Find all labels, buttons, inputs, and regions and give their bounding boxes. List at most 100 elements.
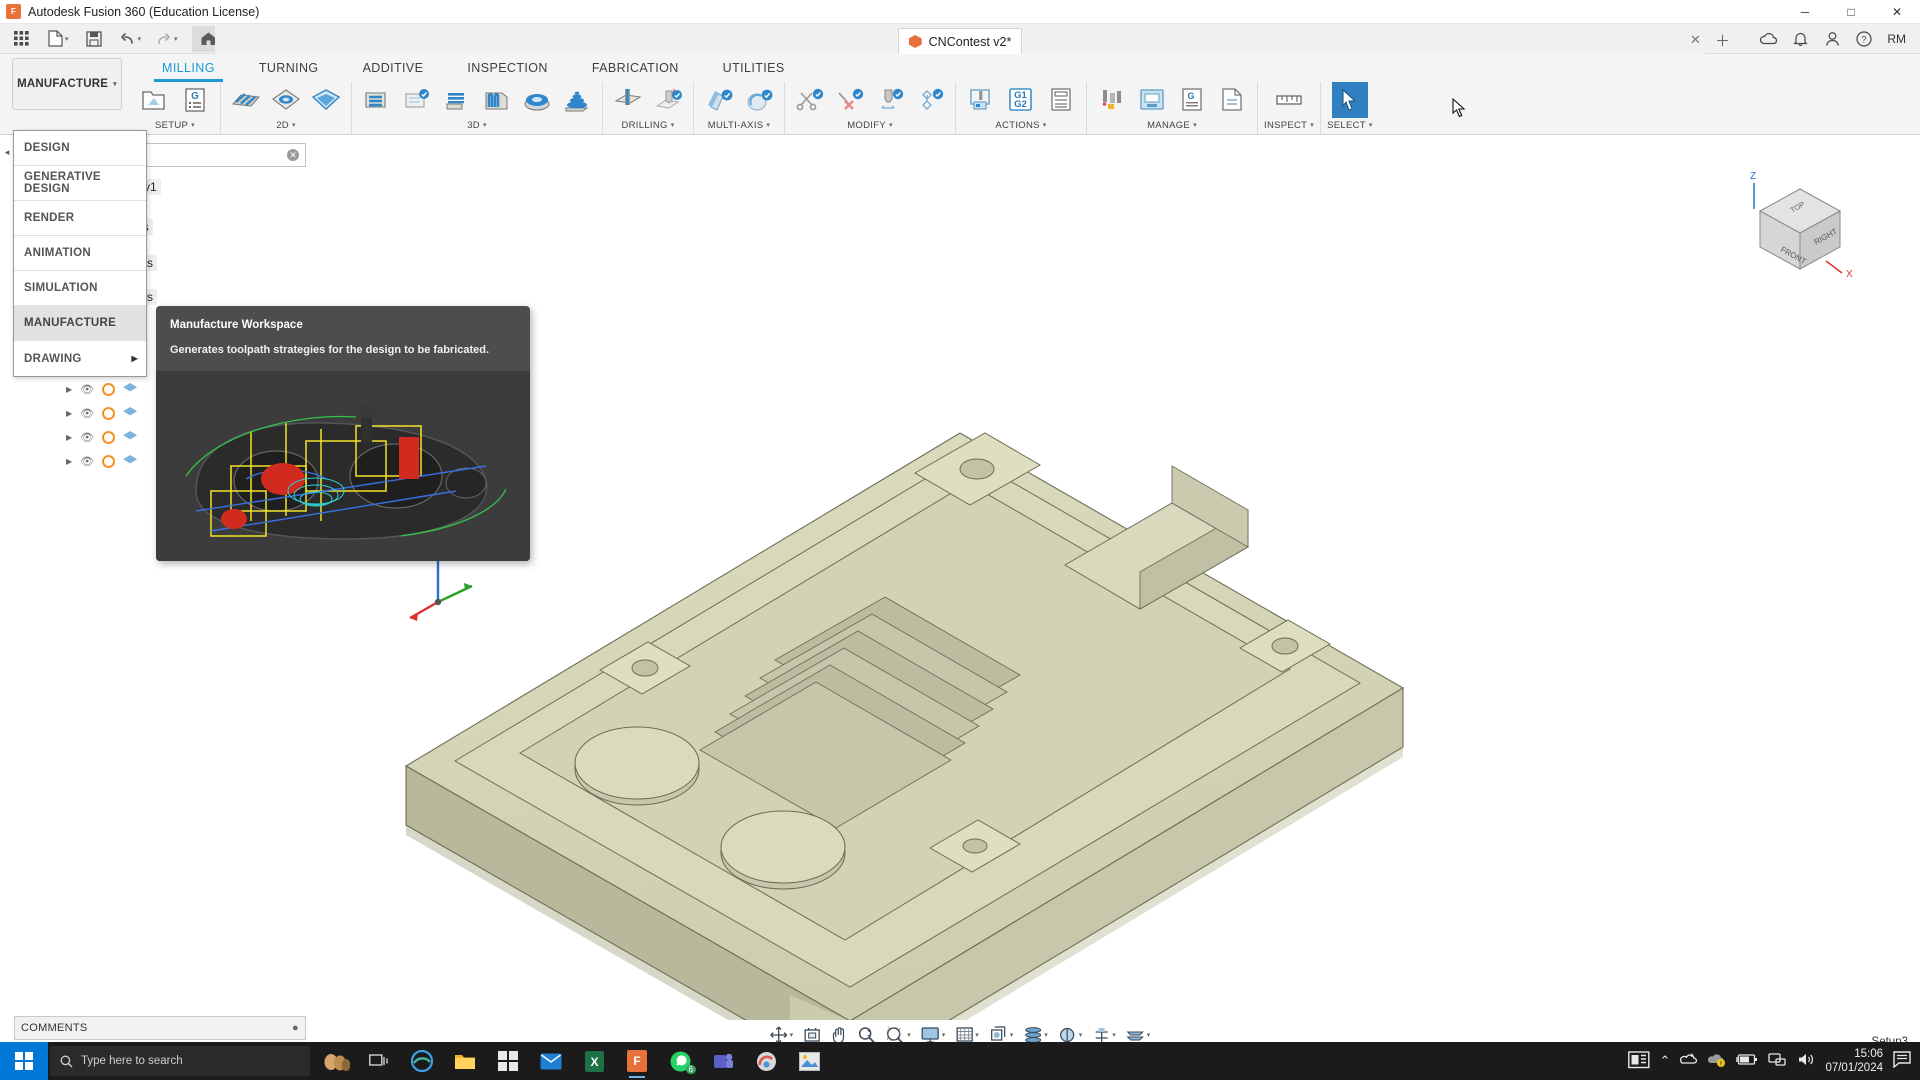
new-document-icon[interactable]: ▾ [44, 26, 73, 52]
windows-start-icon[interactable] [0, 1042, 48, 1080]
workspace-item-generative-design[interactable]: GENERATIVE DESIGN [14, 166, 146, 201]
view-cube[interactable]: FRONT RIGHT TOP Z X [1742, 165, 1862, 285]
panel-label-inspect[interactable]: INSPECT ▾ [1264, 118, 1314, 132]
network-icon[interactable] [1768, 1052, 1787, 1070]
mail-icon[interactable] [531, 1042, 571, 1080]
file-explorer-icon[interactable] [445, 1042, 485, 1080]
action-center-icon[interactable] [1893, 1051, 1912, 1071]
2d-adaptive-icon[interactable] [267, 82, 305, 118]
zoom-window-caret[interactable]: ▾ [907, 1031, 911, 1039]
tree-expand-icon[interactable]: ▶ [66, 385, 72, 394]
redo-caret[interactable]: ▾ [174, 35, 178, 43]
object-visibility-caret[interactable]: ▾ [1147, 1031, 1151, 1039]
fusion360-icon[interactable]: F [617, 1042, 657, 1080]
tray-chevron-icon[interactable]: ⌃ [1660, 1053, 1671, 1069]
panel-label-drilling[interactable]: DRILLING ▾ [621, 118, 674, 132]
eye-icon[interactable]: 👁 [80, 431, 94, 444]
layout-grid-caret[interactable]: ▾ [1044, 1031, 1048, 1039]
effects-caret[interactable]: ▾ [1112, 1031, 1116, 1039]
3d-canvas[interactable]: FRONT RIGHT TOP Z X [0, 135, 1920, 1020]
panel-label-multi-axis[interactable]: MULTI-AXIS ▾ [708, 118, 770, 132]
machine-library-icon[interactable] [1133, 82, 1171, 118]
panel-label-2d[interactable]: 2D ▾ [276, 118, 296, 132]
eye-icon[interactable]: 👁 [80, 383, 94, 396]
save-icon[interactable] [81, 26, 107, 52]
workspace-item-design[interactable]: DESIGN [14, 131, 146, 166]
eye-icon[interactable]: 👁 [80, 455, 94, 468]
tab-utilities[interactable]: UTILITIES [701, 54, 807, 82]
bell-icon[interactable] [1785, 26, 1815, 52]
photos-icon[interactable] [789, 1042, 829, 1080]
browser-collapse-icon[interactable]: ◂ [2, 145, 12, 159]
panel-label-manage[interactable]: MANAGE ▾ [1147, 118, 1197, 132]
display-settings-caret[interactable]: ▾ [942, 1031, 946, 1039]
workspace-item-simulation[interactable]: SIMULATION [14, 271, 146, 306]
multi-axis-contour-icon[interactable] [740, 82, 778, 118]
redo-icon[interactable]: ▾ [151, 26, 182, 52]
tab-inspection[interactable]: INSPECTION [445, 54, 569, 82]
simulate-icon[interactable] [911, 82, 949, 118]
parallel-icon[interactable] [478, 82, 516, 118]
tool-manage-icon[interactable] [1093, 82, 1131, 118]
cloud-warning-icon[interactable]: ! [1707, 1052, 1726, 1070]
generate-icon[interactable]: G [1173, 82, 1211, 118]
trim-toolpath-icon[interactable] [791, 82, 829, 118]
edge-icon[interactable] [402, 1042, 442, 1080]
person-icon[interactable] [1817, 26, 1847, 52]
horizontal-icon[interactable] [438, 82, 476, 118]
browser-tree-row[interactable]: ▶ 👁 [52, 425, 162, 449]
document-tab-close-icon[interactable]: ✕ [1690, 32, 1701, 48]
tool-library-icon[interactable] [871, 82, 909, 118]
teams-icon[interactable] [703, 1042, 743, 1080]
browser-tree-row[interactable]: ▶ 👁 [52, 377, 162, 401]
appearance-caret[interactable]: ▾ [1079, 1031, 1083, 1039]
tab-fabrication[interactable]: FABRICATION [570, 54, 701, 82]
nc-program-icon[interactable] [1213, 82, 1251, 118]
drill-icon[interactable] [609, 82, 647, 118]
paint-icon[interactable] [746, 1042, 786, 1080]
document-tab[interactable]: CNContest v2* [897, 28, 1023, 54]
select-icon[interactable] [1331, 82, 1368, 118]
taskbar-search-input[interactable]: Type here to search [50, 1046, 310, 1076]
whatsapp-icon[interactable]: 6 [660, 1042, 700, 1080]
tab-additive[interactable]: ADDITIVE [341, 54, 446, 82]
orbit-caret[interactable]: ▾ [790, 1031, 794, 1039]
store-icon[interactable] [488, 1042, 528, 1080]
tab-milling[interactable]: MILLING [140, 54, 237, 82]
browser-tree-row[interactable]: ▶ 👁 [52, 449, 162, 473]
setup-folder-icon[interactable] [136, 82, 174, 118]
workspace-item-render[interactable]: RENDER [14, 201, 146, 236]
help-icon[interactable]: ? [1849, 26, 1879, 52]
close-button[interactable]: ✕ [1874, 0, 1920, 24]
tab-turning[interactable]: TURNING [237, 54, 341, 82]
workspace-item-manufacture[interactable]: MANUFACTURE [14, 306, 146, 341]
excel-icon[interactable]: X [574, 1042, 614, 1080]
battery-icon[interactable] [1736, 1053, 1758, 1069]
2d-contour-icon[interactable] [307, 82, 345, 118]
scallop-icon[interactable] [518, 82, 556, 118]
user-initials-badge[interactable]: RM [1881, 32, 1912, 46]
taskbar-people-icon[interactable] [316, 1042, 356, 1080]
workspace-item-drawing[interactable]: DRAWING ▶ [14, 341, 146, 376]
eye-icon[interactable]: 👁 [80, 407, 94, 420]
taskbar-clock[interactable]: 15:06 07/01/2024 [1825, 1047, 1883, 1075]
tree-expand-icon[interactable]: ▶ [66, 457, 72, 466]
new-tab-button[interactable]: ＋ [1715, 30, 1730, 51]
cloud-icon[interactable] [1753, 26, 1783, 52]
spiral-icon[interactable] [558, 82, 596, 118]
machine-icon[interactable] [962, 82, 1000, 118]
measure-icon[interactable] [1270, 82, 1308, 118]
onedrive-icon[interactable] [1680, 1052, 1698, 1070]
bore-icon[interactable] [649, 82, 687, 118]
task-view-icon[interactable] [359, 1042, 399, 1080]
comments-expand-icon[interactable]: ● [292, 1022, 299, 1034]
tree-expand-icon[interactable]: ▶ [66, 409, 72, 418]
tree-expand-icon[interactable]: ▶ [66, 433, 72, 442]
face-icon[interactable] [227, 82, 265, 118]
pocket-clearing-icon[interactable] [398, 82, 436, 118]
post-process-icon[interactable]: G1 G2 [1002, 82, 1040, 118]
minimize-button[interactable]: ─ [1782, 0, 1828, 24]
panel-label-modify[interactable]: MODIFY ▾ [847, 118, 893, 132]
maximize-button[interactable]: □ [1828, 0, 1874, 24]
panel-label-actions[interactable]: ACTIONS ▾ [995, 118, 1046, 132]
